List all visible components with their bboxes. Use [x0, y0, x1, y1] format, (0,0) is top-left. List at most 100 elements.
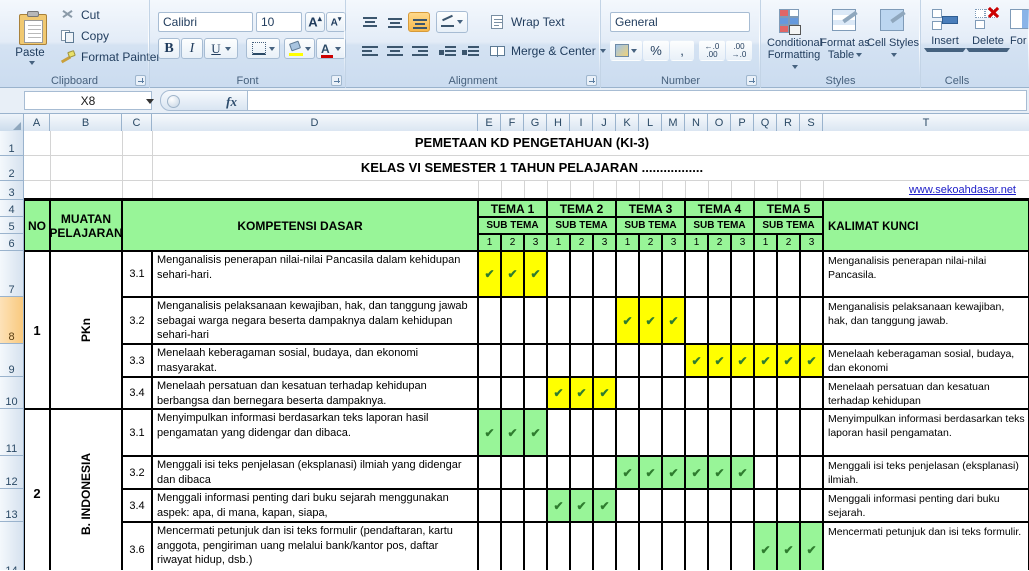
row-header-10[interactable]: 10	[0, 377, 24, 409]
row-header-3[interactable]: 3	[0, 181, 24, 200]
column-header-H[interactable]: H	[547, 114, 570, 131]
column-header-A[interactable]: A	[24, 114, 50, 131]
row-header-14[interactable]: 14	[0, 522, 24, 570]
mark-cell	[593, 522, 616, 570]
fx-icon[interactable]: fx	[226, 94, 237, 110]
column-header-D[interactable]: D	[152, 114, 478, 131]
orientation-button[interactable]	[436, 11, 468, 33]
fill-color-button[interactable]	[284, 38, 315, 59]
alignment-dialog-launcher[interactable]	[586, 75, 597, 86]
column-header-C[interactable]: C	[122, 114, 152, 131]
underline-button[interactable]: U	[204, 38, 238, 59]
align-right-button[interactable]	[408, 41, 430, 61]
borders-button[interactable]	[246, 38, 280, 59]
column-header-S[interactable]: S	[800, 114, 823, 131]
conditional-formatting-button[interactable]: Conditional Formatting	[766, 6, 822, 74]
check-icon: ✔	[484, 267, 495, 281]
align-bottom-button[interactable]	[408, 12, 430, 32]
italic-button[interactable]: I	[181, 38, 203, 59]
align-center-button[interactable]	[383, 41, 405, 61]
row-header-5[interactable]: 5	[0, 217, 24, 234]
column-header-R[interactable]: R	[777, 114, 800, 131]
italic-icon: I	[189, 40, 195, 56]
row-header-7[interactable]: 7	[0, 251, 24, 297]
increase-font-size-button[interactable]: A▴	[305, 12, 325, 32]
cut-button[interactable]: Cut	[56, 5, 104, 25]
column-header-K[interactable]: K	[616, 114, 639, 131]
decrease-font-size-button[interactable]: A▾	[326, 12, 346, 32]
column-header-N[interactable]: N	[685, 114, 708, 131]
merge-center-button[interactable]: Merge & Center	[486, 41, 610, 61]
increase-indent-button[interactable]	[459, 41, 481, 61]
mark-cell	[478, 344, 501, 377]
cell-styles-button[interactable]: Cell Styles	[865, 6, 921, 62]
number-format-value: General	[615, 15, 658, 29]
align-top-button[interactable]	[358, 12, 380, 32]
format-cells-button[interactable]: For	[1009, 6, 1029, 48]
column-header-F[interactable]: F	[501, 114, 524, 131]
subtema-number-Q: 1	[754, 234, 777, 251]
font-color-button[interactable]: A	[316, 38, 346, 59]
paste-button[interactable]: Paste	[4, 4, 56, 66]
align-middle-button[interactable]	[383, 12, 405, 32]
kalimat-kunci-cell: Menyimpulkan informasi berdasarkan teks …	[823, 409, 1029, 456]
header-text: KALIMAT KUNCI	[828, 221, 919, 233]
mark-cell	[777, 297, 800, 344]
row-header-11[interactable]: 11	[0, 409, 24, 456]
delete-cells-button[interactable]: Delete	[965, 6, 1011, 53]
number-format-combo[interactable]: General	[610, 12, 750, 32]
row-header-13[interactable]: 13	[0, 489, 24, 522]
formula-input[interactable]	[248, 90, 1027, 111]
font-dialog-launcher[interactable]	[331, 75, 342, 86]
column-header-M[interactable]: M	[662, 114, 685, 131]
comma-style-button[interactable]: ,	[670, 40, 694, 61]
font-name-combo[interactable]: Calibri	[158, 12, 253, 32]
row-header-4[interactable]: 4	[0, 200, 24, 217]
column-header-Q[interactable]: Q	[754, 114, 777, 131]
row-header-1[interactable]: 1	[0, 131, 24, 156]
column-header-E[interactable]: E	[478, 114, 501, 131]
kd-text-cell: Menggali informasi penting dari buku sej…	[152, 489, 478, 522]
website-link[interactable]: www.sekoahdasar.net	[814, 184, 1022, 196]
insert-cells-button[interactable]: Insert	[923, 6, 967, 53]
name-box-dropdown-icon[interactable]	[146, 99, 154, 104]
align-left-button[interactable]	[358, 41, 380, 61]
format-painter-button[interactable]: Format Painter	[56, 47, 164, 67]
decrease-indent-button[interactable]	[436, 41, 458, 61]
check-icon: ✔	[760, 353, 771, 368]
name-box[interactable]: X8	[24, 91, 152, 110]
font-size-combo[interactable]: 10	[256, 12, 302, 32]
column-header-T[interactable]: T	[823, 114, 1029, 131]
mark-cell	[501, 297, 524, 344]
column-header-O[interactable]: O	[708, 114, 731, 131]
row-label: 1	[8, 143, 15, 155]
row-header-6[interactable]: 6	[0, 234, 24, 251]
column-header-G[interactable]: G	[524, 114, 547, 131]
mark-cell: ✔	[708, 456, 731, 489]
row-header-9[interactable]: 9	[0, 344, 24, 377]
number-dialog-launcher[interactable]	[746, 75, 757, 86]
decrease-decimal-button[interactable]: .00 →.0	[726, 40, 752, 61]
increase-decimal-button[interactable]: ←.0.00	[699, 40, 725, 61]
copy-button[interactable]: Copy	[56, 26, 113, 46]
accounting-format-button[interactable]	[610, 40, 642, 61]
clipboard-dialog-launcher[interactable]	[135, 75, 146, 86]
column-header-P[interactable]: P	[731, 114, 754, 131]
row-header-8[interactable]: 8	[0, 297, 24, 344]
row-header-12[interactable]: 12	[0, 456, 24, 489]
column-header-I[interactable]: I	[570, 114, 593, 131]
column-header-L[interactable]: L	[639, 114, 662, 131]
ribbon: Paste Cut Copy Format Painter Clipboard …	[0, 0, 1029, 88]
column-header-J[interactable]: J	[593, 114, 616, 131]
insert-function-circle-icon[interactable]	[167, 95, 180, 108]
row-header-2[interactable]: 2	[0, 156, 24, 181]
select-all-corner[interactable]	[0, 114, 24, 131]
bold-button[interactable]: B	[158, 38, 180, 59]
mark-cell: ✔	[731, 456, 754, 489]
copy-icon	[60, 28, 76, 44]
mark-cell: ✔	[708, 344, 731, 377]
percent-style-button[interactable]: %	[643, 40, 669, 61]
wrap-text-button[interactable]: Wrap Text	[486, 12, 569, 32]
check-icon: ✔	[714, 465, 725, 480]
column-header-B[interactable]: B	[50, 114, 122, 131]
